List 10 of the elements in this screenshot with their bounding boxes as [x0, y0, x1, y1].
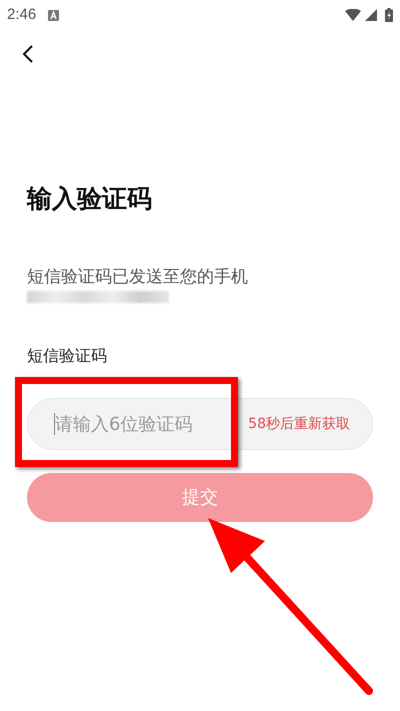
notification-icon — [48, 10, 60, 20]
code-field[interactable]: 请输入6位验证码 58秒后重新获取 — [27, 398, 373, 450]
page-title: 输入验证码 — [27, 183, 152, 215]
resend-countdown[interactable]: 58秒后重新获取 — [248, 414, 350, 434]
signal-icon — [365, 9, 377, 21]
code-label: 短信验证码 — [27, 345, 107, 367]
wifi-icon — [345, 9, 361, 21]
status-time: 2:46 — [7, 4, 36, 25]
battery-icon — [385, 8, 393, 22]
sent-notice: 短信验证码已发送至您的手机 — [27, 266, 248, 289]
